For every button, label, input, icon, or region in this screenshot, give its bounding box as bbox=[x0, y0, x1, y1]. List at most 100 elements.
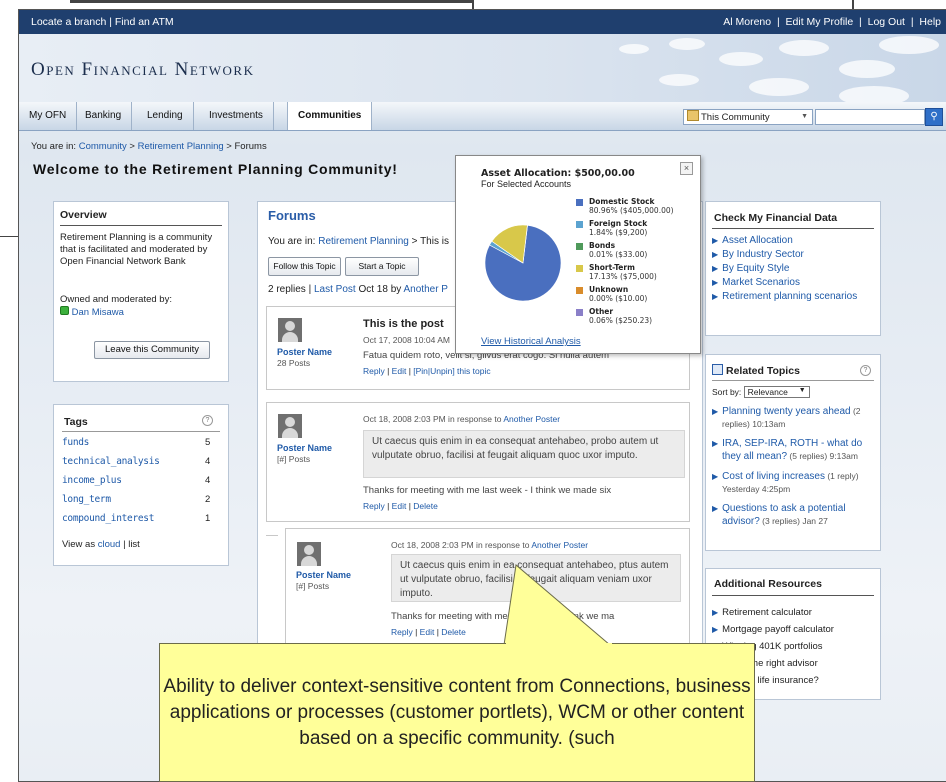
in-response-link[interactable]: Another Poster bbox=[531, 540, 588, 550]
quoted-text: Ut caecus quis enim in ea consequat ante… bbox=[363, 430, 685, 478]
overview-title: Overview bbox=[60, 209, 107, 221]
related-topic-item[interactable]: ▶ Planning twenty years ahead (2 replies)… bbox=[712, 405, 876, 431]
user-name-link[interactable]: Al Moreno bbox=[723, 16, 771, 28]
follow-topic-button[interactable]: Follow this Topic bbox=[268, 257, 341, 276]
decorative-dot bbox=[839, 86, 909, 102]
resource-link-item[interactable]: ▶ Retirement calculator bbox=[712, 604, 876, 621]
legend-swatch bbox=[576, 309, 583, 316]
poster-post-count: 28 Posts bbox=[277, 358, 311, 368]
related-divider bbox=[712, 380, 874, 381]
allocation-pie-chart bbox=[484, 224, 562, 302]
chevron-down-icon: ▼ bbox=[798, 387, 806, 394]
main-nav: My OFN Banking Lending Investments Commu… bbox=[19, 102, 946, 131]
related-topic-item[interactable]: ▶ Cost of living increases (1 reply) Yest… bbox=[712, 470, 876, 496]
tag-count: 1 bbox=[205, 513, 210, 524]
breadcrumb-community[interactable]: Community bbox=[79, 141, 127, 152]
chart-legend: Domestic Stock 80.96% ($405,000.00) Foreig… bbox=[576, 197, 700, 330]
poster-name-link[interactable]: Poster Name bbox=[296, 570, 351, 580]
post-title: This is the post bbox=[363, 318, 444, 330]
financial-title: Check My Financial Data bbox=[714, 212, 838, 224]
legend-item: Domestic Stock 80.96% ($405,000.00) bbox=[576, 197, 700, 220]
arrow-right-icon: ▶ bbox=[712, 439, 719, 448]
search-input[interactable] bbox=[815, 109, 925, 125]
legend-item: Short-Term 17.13% ($75,000) bbox=[576, 263, 700, 286]
tab-investments[interactable]: Investments bbox=[199, 102, 274, 130]
financial-link-item[interactable]: ▶ Retirement planning scenarios bbox=[712, 290, 876, 303]
help-link[interactable]: Help bbox=[919, 16, 941, 28]
overview-text: Retirement Planning is a community that … bbox=[60, 232, 213, 267]
resource-link-item[interactable]: ▶ Mortgage payoff calculator bbox=[712, 621, 876, 638]
tag-link[interactable]: technical_analysis bbox=[62, 456, 160, 467]
online-status-icon bbox=[60, 306, 69, 315]
in-response-link[interactable]: Another Poster bbox=[503, 414, 560, 424]
related-header: Related Topics bbox=[712, 364, 800, 377]
leave-community-button[interactable]: Leave this Community bbox=[94, 341, 210, 359]
resources-title: Additional Resources bbox=[714, 578, 822, 590]
tab-lending[interactable]: Lending bbox=[137, 102, 194, 130]
reply-link[interactable]: Reply bbox=[363, 501, 385, 511]
reply-link[interactable]: Reply bbox=[391, 627, 413, 637]
callout-text: Ability to deliver context-sensitive con… bbox=[163, 676, 751, 749]
owner-link[interactable]: Dan Misawa bbox=[72, 307, 124, 318]
financial-link-item[interactable]: ▶ By Equity Style bbox=[712, 262, 876, 275]
top-divider-line bbox=[70, 0, 472, 3]
related-topic-item[interactable]: ▶ IRA, SEP-IRA, ROTH - what do they all m… bbox=[712, 438, 876, 463]
edit-profile-link[interactable]: Edit My Profile bbox=[786, 16, 854, 28]
breadcrumb-retirement[interactable]: Retirement Planning bbox=[138, 141, 224, 152]
callout-pointer bbox=[503, 564, 612, 646]
tab-banking[interactable]: Banking bbox=[75, 102, 133, 130]
search-button[interactable]: ⚲ bbox=[925, 108, 943, 126]
sort-select[interactable]: Relevance ▼ bbox=[743, 386, 810, 398]
find-atm-link[interactable]: Find an ATM bbox=[115, 16, 174, 28]
tag-link[interactable]: long_term bbox=[62, 494, 111, 505]
resources-divider bbox=[712, 595, 874, 596]
tags-title: Tags bbox=[64, 416, 88, 428]
start-topic-button[interactable]: Start a Topic bbox=[345, 257, 419, 276]
edit-link[interactable]: Edit bbox=[392, 501, 407, 511]
decorative-dot bbox=[619, 44, 649, 54]
site-banner: Open Financial Network bbox=[19, 34, 946, 102]
delete-link[interactable]: Delete bbox=[441, 627, 466, 637]
poster-name-link[interactable]: Poster Name bbox=[277, 347, 332, 357]
close-icon[interactable]: × bbox=[680, 162, 693, 175]
financial-link-item[interactable]: ▶ By Industry Sector bbox=[712, 248, 876, 261]
callout-pointer-cover bbox=[506, 643, 612, 645]
financial-link-item[interactable]: ▶ Asset Allocation bbox=[712, 234, 876, 247]
list-view-link[interactable]: list bbox=[128, 539, 140, 550]
logout-link[interactable]: Log Out bbox=[868, 16, 905, 28]
reply-link[interactable]: Reply bbox=[363, 366, 385, 376]
financial-link-item[interactable]: ▶ Market Scenarios bbox=[712, 276, 876, 289]
forums-crumb-link[interactable]: Retirement Planning bbox=[318, 236, 409, 247]
left-connector-line bbox=[0, 236, 19, 237]
help-icon[interactable]: ? bbox=[860, 365, 871, 376]
decorative-dot bbox=[839, 60, 895, 78]
search-scope-select[interactable]: This Community ▼ bbox=[683, 109, 813, 125]
last-post-author-link[interactable]: Another P bbox=[404, 284, 448, 295]
poster-name-link[interactable]: Poster Name bbox=[277, 443, 332, 453]
pin-link[interactable]: [Pin|Unpin] this topic bbox=[413, 366, 490, 376]
utility-links-right: Al Moreno | Edit My Profile | Log Out | … bbox=[723, 16, 941, 28]
tab-communities[interactable]: Communities bbox=[287, 102, 373, 130]
last-post-link[interactable]: Last Post bbox=[314, 284, 356, 295]
financial-divider bbox=[712, 228, 874, 229]
tag-count: 4 bbox=[205, 456, 210, 467]
arrow-right-icon: ▶ bbox=[712, 236, 719, 245]
help-icon[interactable]: ? bbox=[202, 415, 213, 426]
brand-logo[interactable]: Open Financial Network bbox=[31, 59, 255, 81]
delete-link[interactable]: Delete bbox=[413, 501, 438, 511]
historical-analysis-link[interactable]: View Historical Analysis bbox=[481, 336, 581, 347]
tag-link[interactable]: compound_interest bbox=[62, 513, 154, 524]
edit-link[interactable]: Edit bbox=[420, 627, 435, 637]
edit-link[interactable]: Edit bbox=[392, 366, 407, 376]
related-topics-panel: Related Topics ? Sort by: Relevance ▼ ▶ P… bbox=[705, 354, 881, 551]
community-icon bbox=[687, 110, 699, 121]
cloud-view-link[interactable]: cloud bbox=[98, 539, 121, 550]
locate-branch-link[interactable]: Locate a branch bbox=[31, 16, 106, 28]
tag-link[interactable]: funds bbox=[62, 437, 89, 448]
related-topic-item[interactable]: ▶ Questions to ask a potential advisor? (… bbox=[712, 503, 876, 528]
decorative-dot bbox=[719, 52, 763, 66]
tab-my-ofn[interactable]: My OFN bbox=[19, 102, 78, 130]
overview-panel: Overview Retirement Planning is a commun… bbox=[53, 201, 229, 382]
arrow-right-icon: ▶ bbox=[712, 504, 719, 513]
tag-link[interactable]: income_plus bbox=[62, 475, 122, 486]
